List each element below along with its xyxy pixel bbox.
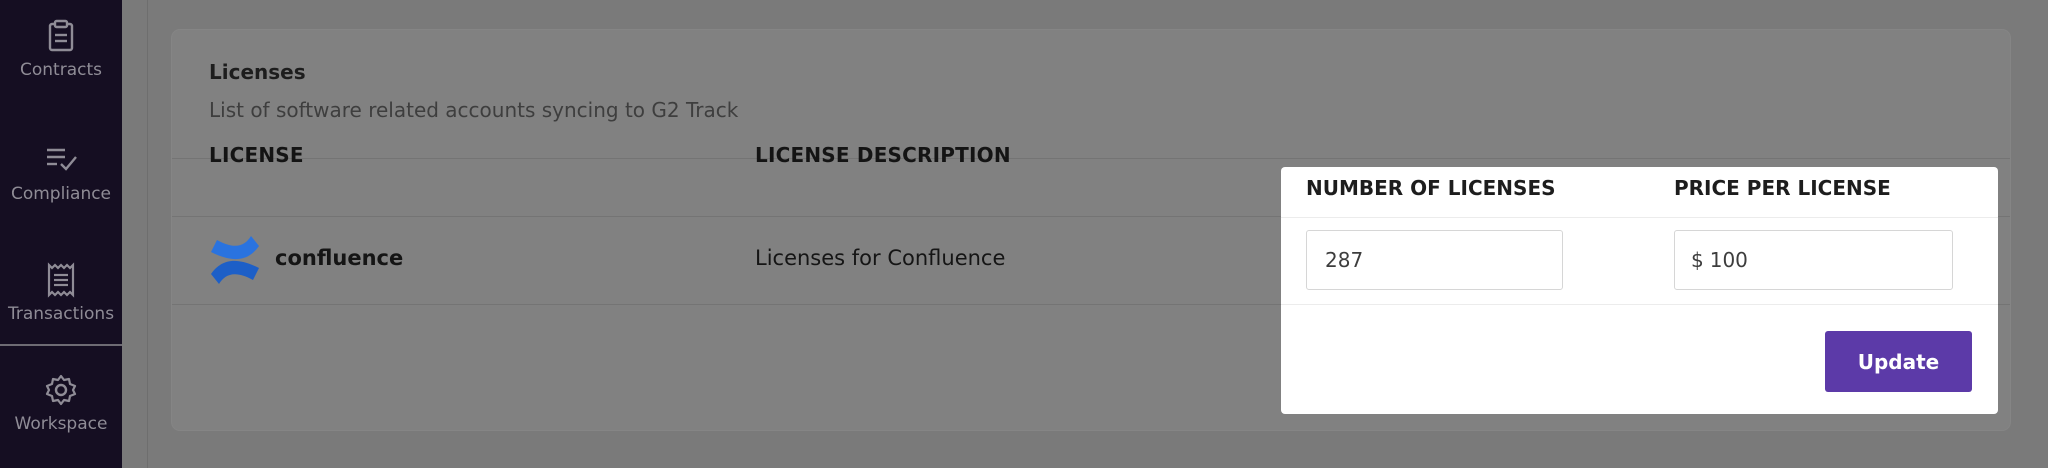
price-per-license-field[interactable]: $ [1674, 230, 1953, 290]
number-of-licenses-input[interactable] [1323, 247, 1562, 273]
sidebar-item-workspace[interactable]: Workspace [0, 372, 122, 434]
license-description: Licenses for Confluence [755, 246, 1006, 270]
sidebar-item-contracts[interactable]: Contracts [0, 18, 122, 80]
license-name: confluence [275, 246, 404, 270]
column-header-license: LICENSE [209, 143, 304, 167]
card-subtitle: List of software related accounts syncin… [209, 98, 739, 122]
price-per-license-input[interactable] [1707, 247, 1952, 273]
checklist-icon [47, 148, 77, 171]
column-header-price-per-license: PRICE PER LICENSE [1674, 176, 1891, 200]
sidebar-item-label: Compliance [10, 184, 112, 204]
confluence-logo-icon [211, 236, 259, 284]
column-header-number-of-licenses: NUMBER OF LICENSES [1306, 176, 1556, 200]
sidebar: Contracts Compliance Transactions Worksp… [0, 0, 122, 468]
sidebar-item-label: Workspace [14, 414, 108, 434]
sidebar-item-transactions[interactable]: Transactions [0, 262, 122, 324]
panel-footer-divider [1281, 304, 1998, 305]
content-border [147, 0, 148, 468]
sidebar-item-compliance[interactable]: Compliance [0, 142, 122, 204]
currency-symbol: $ [1691, 248, 1704, 272]
receipt-icon [47, 262, 75, 298]
column-header-license-description: LICENSE DESCRIPTION [755, 143, 1011, 167]
card-title: Licenses [209, 60, 306, 84]
panel-header-divider [1281, 217, 1998, 218]
sidebar-item-label: Transactions [7, 304, 115, 324]
update-button[interactable]: Update [1825, 331, 1972, 392]
sidebar-item-label: Contracts [20, 60, 102, 80]
gear-icon [45, 374, 77, 406]
sidebar-divider [0, 344, 122, 346]
number-of-licenses-field[interactable] [1306, 230, 1563, 290]
clipboard-icon [48, 19, 74, 52]
header-top-divider [172, 158, 2010, 159]
